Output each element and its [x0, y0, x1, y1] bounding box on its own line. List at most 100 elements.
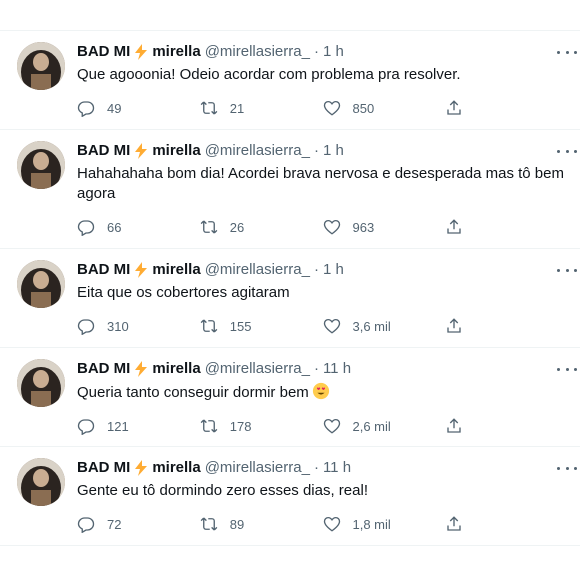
timestamp[interactable]: 1 h [323, 42, 344, 62]
display-name-suffix[interactable]: mirella [152, 458, 200, 478]
timestamp[interactable]: 11 h [323, 458, 351, 478]
tweet[interactable]: BAD MI mirella @mirellasierra_ · 1 h Eit… [0, 249, 580, 348]
retweet-button[interactable]: 21 [200, 99, 323, 117]
lightning-emoji [135, 460, 148, 476]
retweet-button[interactable]: 178 [200, 417, 323, 435]
like-button[interactable]: 3,6 mil [323, 317, 446, 335]
more-icon [557, 268, 560, 272]
share-icon [447, 516, 461, 531]
tweet-text: Eita que os cobertores agitaram [77, 284, 290, 301]
tweet[interactable]: BAD MI mirella @mirellasierra_ · 11 h Ge… [0, 447, 580, 546]
avatar[interactable] [17, 42, 65, 90]
like-icon [323, 418, 340, 434]
like-count: 3,6 mil [352, 318, 391, 334]
display-name[interactable]: BAD MI [77, 458, 130, 478]
tweet[interactable]: BAD MI mirella @mirellasierra_ · 1 h Hah… [0, 130, 580, 249]
display-name-suffix[interactable]: mirella [152, 260, 200, 280]
display-name[interactable]: BAD MI [77, 359, 130, 379]
more-options-button[interactable] [557, 44, 577, 60]
more-options-button[interactable] [557, 460, 577, 476]
share-button[interactable] [445, 317, 568, 335]
reply-button[interactable]: 310 [77, 317, 200, 335]
display-name[interactable]: BAD MI [77, 260, 130, 280]
avatar[interactable] [17, 458, 65, 506]
tweet[interactable]: BAD MI mirella @mirellasierra_ · 11 h Qu… [0, 348, 580, 447]
user-handle[interactable]: @mirellasierra_ [205, 458, 310, 478]
reply-count: 310 [107, 318, 129, 334]
reply-count: 72 [107, 516, 122, 532]
more-options-button[interactable] [557, 262, 577, 278]
display-name-suffix[interactable]: mirella [152, 359, 200, 379]
timestamp[interactable]: 11 h [323, 359, 351, 379]
more-icon [557, 50, 560, 54]
reply-button[interactable]: 49 [77, 99, 200, 117]
retweet-icon [200, 101, 218, 115]
more-options-button[interactable] [557, 143, 577, 159]
user-handle[interactable]: @mirellasierra_ [205, 260, 310, 280]
retweet-button[interactable]: 26 [200, 218, 323, 236]
lightning-emoji [135, 44, 148, 60]
like-button[interactable]: 850 [323, 99, 446, 117]
lightning-emoji [135, 262, 148, 278]
lightning-emoji [135, 143, 148, 159]
user-handle[interactable]: @mirellasierra_ [205, 42, 310, 62]
display-name-suffix[interactable]: mirella [152, 141, 200, 161]
separator-dot: · [313, 459, 319, 476]
like-count: 1,8 mil [352, 516, 391, 532]
like-button[interactable]: 2,6 mil [323, 417, 446, 435]
share-button[interactable] [445, 417, 568, 435]
share-icon [447, 219, 461, 234]
reply-icon [77, 220, 95, 236]
reply-icon [77, 419, 95, 435]
more-icon [557, 149, 560, 153]
user-handle[interactable]: @mirellasierra_ [205, 141, 310, 161]
display-name[interactable]: BAD MI [77, 42, 130, 62]
retweet-button[interactable]: 155 [200, 317, 323, 335]
more-icon [557, 466, 560, 470]
smiling-face-with-heart-eyes-emoji [312, 382, 329, 400]
retweet-icon [200, 319, 218, 333]
reply-button[interactable]: 121 [77, 417, 200, 435]
reply-icon [77, 517, 95, 533]
avatar[interactable] [17, 141, 65, 189]
avatar[interactable] [17, 359, 65, 407]
tweet-text-content: Queria tanto conseguir dormir bem [77, 384, 309, 401]
more-options-button[interactable] [557, 361, 577, 377]
share-button[interactable] [445, 515, 568, 533]
like-count: 850 [352, 100, 375, 116]
like-button[interactable]: 1,8 mil [323, 515, 446, 533]
lightning-emoji [135, 361, 148, 377]
tweet[interactable]: BAD MI mirella @mirellasierra_ · 1 h Que… [0, 31, 580, 130]
share-icon [447, 418, 461, 433]
display-name-suffix[interactable]: mirella [152, 42, 200, 62]
retweet-count: 178 [229, 418, 252, 434]
reply-count: 49 [107, 100, 122, 116]
separator-dot: · [313, 261, 319, 278]
share-button[interactable] [445, 218, 568, 236]
retweet-icon [200, 419, 218, 433]
share-icon [447, 318, 461, 333]
retweet-icon [200, 220, 218, 234]
like-count: 963 [352, 219, 375, 235]
timestamp[interactable]: 1 h [323, 260, 344, 280]
timestamp[interactable]: 1 h [323, 141, 344, 161]
separator-dot: · [313, 43, 319, 60]
reply-button[interactable]: 66 [77, 218, 200, 236]
share-button[interactable] [445, 99, 568, 117]
reply-icon [77, 319, 95, 335]
more-icon [557, 367, 560, 371]
separator-dot: · [313, 142, 319, 159]
retweet-count: 155 [229, 318, 252, 334]
retweet-count: 26 [229, 219, 245, 235]
display-name[interactable]: BAD MI [77, 141, 130, 161]
like-icon [323, 219, 340, 235]
like-icon [323, 318, 340, 334]
retweet-icon [200, 517, 218, 531]
like-button[interactable]: 963 [323, 218, 446, 236]
separator-dot: · [313, 360, 319, 377]
retweet-button[interactable]: 89 [200, 515, 323, 533]
reply-button[interactable]: 72 [77, 515, 200, 533]
avatar[interactable] [17, 260, 65, 308]
like-icon [323, 100, 340, 116]
user-handle[interactable]: @mirellasierra_ [205, 359, 310, 379]
